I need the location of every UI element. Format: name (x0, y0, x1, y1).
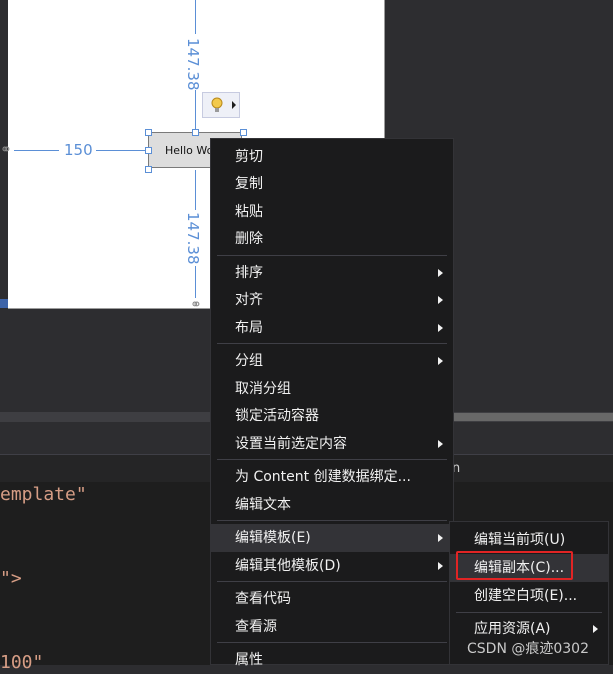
resize-handle-tr[interactable] (240, 129, 247, 136)
menu-item-order[interactable]: 排序 (211, 259, 453, 287)
submenu-item-label: 应用资源(A) (474, 621, 551, 637)
dim-line-top-lower (195, 90, 196, 132)
menu-item-ungroup[interactable]: 取消分组 (211, 375, 453, 403)
menu-item-label: 为 Content 创建数据绑定... (235, 469, 411, 485)
dim-line-left-b (96, 150, 148, 151)
menu-separator (217, 459, 447, 460)
menu-item-view-source[interactable]: 查看源 (211, 613, 453, 641)
menu-item-layout[interactable]: 布局 (211, 314, 453, 342)
menu-separator (217, 343, 447, 344)
submenu-arrow-icon (438, 296, 443, 304)
canvas-edge-marker (0, 299, 8, 308)
submenu-item-edit-current[interactable]: 编辑当前项(U) (450, 526, 608, 554)
menu-item-edit-text[interactable]: 编辑文本 (211, 491, 453, 519)
menu-separator (217, 255, 447, 256)
menu-item-label: 属性 (235, 652, 263, 668)
menu-item-label: 设置当前选定内容 (235, 436, 347, 452)
menu-item-view-code[interactable]: 查看代码 (211, 585, 453, 613)
menu-item-label: 编辑其他模板(D) (235, 558, 341, 574)
menu-item-align[interactable]: 对齐 (211, 286, 453, 314)
scrollbar-thumb[interactable] (440, 413, 613, 421)
menu-item-label: 粘贴 (235, 204, 263, 220)
anchor-chain-icon-left[interactable]: ⚭ (0, 143, 14, 157)
submenu-arrow-icon (438, 269, 443, 277)
dim-line-bottom-lower (195, 266, 196, 298)
submenu-arrow-icon (438, 534, 443, 542)
submenu-arrow-icon (438, 440, 443, 448)
menu-item-delete[interactable]: 删除 (211, 225, 453, 253)
menu-item-create-binding[interactable]: 为 Content 创建数据绑定... (211, 463, 453, 491)
submenu-item-label: 编辑当前项(U) (474, 532, 566, 548)
lightbulb-icon (211, 97, 236, 112)
code-line: 100" (0, 652, 44, 673)
dim-label-left: 150 (64, 141, 93, 159)
menu-item-group[interactable]: 分组 (211, 347, 453, 375)
menu-item-label: 查看代码 (235, 591, 291, 607)
dim-label-bottom: 147.38 (184, 212, 202, 265)
resize-handle-ml[interactable] (145, 147, 152, 154)
menu-item-properties[interactable]: 属性 (211, 646, 453, 674)
menu-separator (217, 520, 447, 521)
menu-item-set-selection[interactable]: 设置当前选定内容 (211, 430, 453, 458)
menu-item-copy[interactable]: 复制 (211, 170, 453, 198)
dim-line-top-upper (195, 0, 196, 34)
dim-label-top: 147.38 (184, 38, 202, 91)
resize-handle-tl[interactable] (145, 129, 152, 136)
menu-item-edit-other-templates[interactable]: 编辑其他模板(D) (211, 552, 453, 580)
menu-item-label: 复制 (235, 176, 263, 192)
menu-item-label: 查看源 (235, 619, 277, 635)
dim-line-left-a (14, 150, 59, 151)
menu-item-paste[interactable]: 粘贴 (211, 198, 453, 226)
quick-actions-lightbulb[interactable] (202, 92, 240, 118)
submenu-item-create-empty[interactable]: 创建空白项(E)... (450, 582, 608, 610)
menu-item-label: 布局 (235, 320, 263, 336)
menu-item-cut[interactable]: 剪切 (211, 143, 453, 171)
code-line: "> (0, 568, 22, 589)
menu-item-label: 排序 (235, 265, 263, 281)
menu-item-label: 删除 (235, 231, 263, 247)
menu-item-label: 编辑模板(E) (235, 530, 311, 546)
submenu-arrow-icon (438, 562, 443, 570)
context-menu: 剪切 复制 粘贴 删除 排序 对齐 布局 分组 取消分组 锁定活动容器 设置当前… (210, 138, 454, 668)
dim-line-bottom-upper (195, 170, 196, 210)
menu-separator (217, 642, 447, 643)
watermark-text: CSDN @痕迹0302 (467, 641, 589, 657)
menu-item-lock-container[interactable]: 锁定活动容器 (211, 402, 453, 430)
menu-separator (456, 612, 602, 613)
menu-item-label: 分组 (235, 353, 263, 369)
anchor-chain-icon-bottom[interactable]: ⚭ (190, 297, 202, 313)
menu-item-label: 剪切 (235, 149, 263, 165)
highlight-annotation-box (456, 551, 573, 580)
code-line: emplate" (0, 484, 87, 505)
menu-item-edit-template[interactable]: 编辑模板(E) (211, 524, 453, 552)
menu-item-label: 对齐 (235, 292, 263, 308)
menu-separator (217, 581, 447, 582)
submenu-arrow-icon (438, 324, 443, 332)
menu-item-label: 锁定活动容器 (235, 408, 319, 424)
submenu-arrow-icon (593, 625, 598, 633)
submenu-arrow-icon (438, 357, 443, 365)
resize-handle-bl[interactable] (145, 166, 152, 173)
resize-handle-tm[interactable] (192, 129, 199, 136)
menu-item-label: 取消分组 (235, 381, 291, 397)
menu-item-label: 编辑文本 (235, 497, 291, 513)
submenu-item-label: 创建空白项(E)... (474, 588, 578, 604)
